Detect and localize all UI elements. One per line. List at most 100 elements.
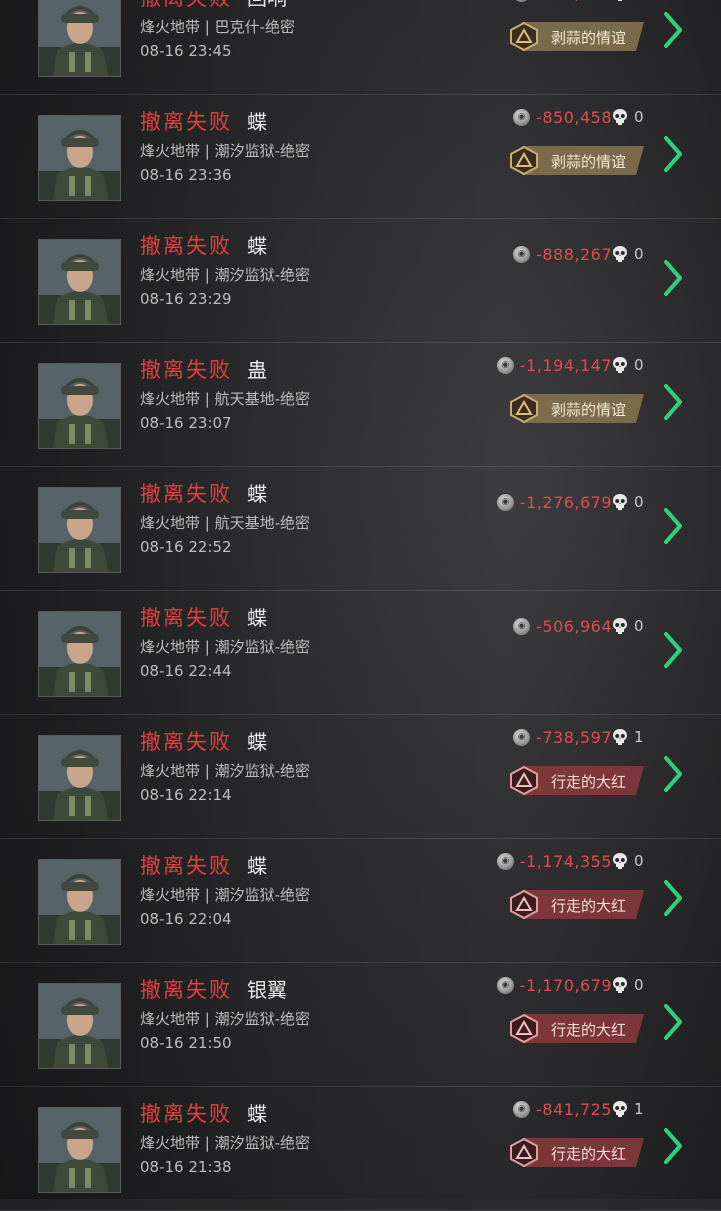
operator-butterfly-icon [38,735,121,821]
chevron-right-icon[interactable] [662,382,684,422]
match-record-row[interactable]: 撤离失败 回响 烽火地带 | 巴克什-绝密 08-16 23:45 ◉ -944… [0,0,721,95]
kill-count: 0 [612,352,644,378]
chevron-right-icon[interactable] [662,10,684,50]
loot-value-amount: -738,597 [536,727,612,747]
operator-name: 蝶 [247,482,267,506]
chevron-right-icon[interactable] [662,754,684,794]
operator-name: 蝶 [247,606,267,630]
match-timestamp: 08-16 23:36 [140,166,232,184]
match-record-row[interactable]: 撤离失败 蛊 烽火地带 | 航天基地-绝密 08-16 23:07 ◉ -1,1… [0,344,721,467]
kill-count: 0 [612,104,644,130]
match-history-list: 撤离失败 回响 烽火地带 | 巴克什-绝密 08-16 23:45 ◉ -944… [0,0,721,1211]
coin-icon: ◉ [513,617,531,635]
coin-icon: ◉ [513,245,531,263]
operator-butterfly-icon [38,1107,121,1193]
loot-value: ◉ -850,458 [513,104,612,130]
match-timestamp: 08-16 21:38 [140,1158,232,1176]
chevron-right-icon[interactable] [662,1002,684,1042]
achievement-badge: 剥蒜的情谊 [508,146,644,175]
achievement-badge: 行走的大红 [508,890,644,919]
kill-count: 1 [612,724,644,750]
chevron-right-icon[interactable] [662,258,684,298]
map-mode-label: 烽火地带 | 潮汐监狱-绝密 [140,266,311,284]
kill-count-value: 0 [634,617,644,635]
badge-label: 剥蒜的情谊 [551,401,627,419]
map-mode-label: 烽火地带 | 潮汐监狱-绝密 [140,638,311,656]
skull-icon [613,246,627,262]
badge-label: 行走的大红 [551,897,627,915]
loot-value-amount: -1,194,147 [519,355,612,375]
chevron-right-icon[interactable] [662,878,684,918]
match-timestamp: 08-16 23:07 [140,414,232,432]
operator-butterfly-icon [38,859,121,945]
loot-value-amount: -1,276,679 [519,492,612,512]
match-record-row[interactable]: 撤离失败 蝶 烽火地带 | 潮汐监狱-绝密 08-16 23:29 ◉ -888… [0,220,721,343]
operator-gu-icon [38,363,121,449]
map-mode-label: 烽火地带 | 潮汐监狱-绝密 [140,886,311,904]
map-mode-label: 烽火地带 | 潮汐监狱-绝密 [140,142,311,160]
match-record-row[interactable]: 撤离失败 蝶 烽火地带 | 潮汐监狱-绝密 08-16 22:44 ◉ -506… [0,592,721,715]
chevron-right-icon[interactable] [662,630,684,670]
skull-icon [613,1101,627,1117]
kill-count: 0 [612,0,644,6]
operator-butterfly-icon [38,239,121,325]
extraction-status: 撤离失败 [140,358,232,382]
operator-butterfly-icon [38,611,121,697]
coin-icon: ◉ [513,728,531,746]
kill-count-value: 0 [634,356,644,374]
kill-count-value: 0 [634,245,644,263]
map-mode-label: 烽火地带 | 潮汐监狱-绝密 [140,762,311,780]
extraction-status: 撤离失败 [140,110,232,134]
map-mode-label: 烽火地带 | 潮汐监狱-绝密 [140,1134,311,1152]
operator-name: 银翼 [247,978,287,1002]
achievement-badge: 行走的大红 [508,1014,644,1043]
chevron-right-icon[interactable] [662,506,684,546]
skull-icon [613,853,627,869]
match-record-row[interactable]: 撤离失败 蝶 烽火地带 | 潮汐监狱-绝密 08-16 22:04 ◉ -1,1… [0,840,721,963]
chevron-right-icon[interactable] [662,134,684,174]
achievement-badge: 行走的大红 [508,1138,644,1167]
kill-count: 1 [612,1096,644,1122]
match-timestamp: 08-16 23:29 [140,290,232,308]
match-record-row[interactable]: 撤离失败 蝶 烽火地带 | 潮汐监狱-绝密 08-16 21:38 ◉ -841… [0,1088,721,1211]
chevron-right-icon[interactable] [662,1126,684,1166]
kill-count: 0 [612,241,644,267]
badge-label: 行走的大红 [551,773,627,791]
kill-count: 0 [612,613,644,639]
map-mode-label: 烽火地带 | 巴克什-绝密 [140,18,296,36]
skull-icon [613,977,627,993]
map-mode-label: 烽火地带 | 潮汐监狱-绝密 [140,1010,311,1028]
match-record-row[interactable]: 撤离失败 银翼 烽火地带 | 潮汐监狱-绝密 08-16 21:50 ◉ -1,… [0,964,721,1087]
operator-name: 蝶 [247,854,267,878]
extraction-status: 撤离失败 [140,978,232,1002]
kill-count-value: 0 [634,976,644,994]
extraction-status: 撤离失败 [140,854,232,878]
badge-label: 剥蒜的情谊 [551,29,627,47]
kill-count: 0 [612,848,644,874]
coin-icon: ◉ [496,852,514,870]
kill-count-value: 0 [634,0,644,2]
match-record-row[interactable]: 撤离失败 蝶 烽火地带 | 航天基地-绝密 08-16 22:52 ◉ -1,2… [0,468,721,591]
achievement-badge: 行走的大红 [508,766,644,795]
match-timestamp: 08-16 22:04 [140,910,232,928]
skull-icon [613,357,627,373]
extraction-status: 撤离失败 [140,730,232,754]
match-timestamp: 08-16 23:45 [140,42,232,60]
kill-count-value: 0 [634,108,644,126]
match-record-row[interactable]: 撤离失败 蝶 烽火地带 | 潮汐监狱-绝密 08-16 23:36 ◉ -850… [0,96,721,219]
extraction-status: 撤离失败 [140,1102,232,1126]
loot-value: ◉ -506,964 [513,613,612,639]
coin-icon: ◉ [496,356,514,374]
match-record-row[interactable]: 撤离失败 蝶 烽火地带 | 潮汐监狱-绝密 08-16 22:14 ◉ -738… [0,716,721,839]
operator-butterfly-icon [38,487,121,573]
operator-silverwing-icon [38,983,121,1069]
loot-value-amount: -506,964 [536,616,612,636]
loot-value: ◉ -1,174,355 [496,848,612,874]
loot-value-amount: -888,267 [536,244,612,264]
operator-butterfly-icon [38,115,121,201]
coin-icon: ◉ [496,493,514,511]
match-timestamp: 08-16 22:14 [140,786,232,804]
map-mode-label: 烽火地带 | 航天基地-绝密 [140,514,311,532]
kill-count: 0 [612,489,644,515]
badge-label: 行走的大红 [551,1145,627,1163]
